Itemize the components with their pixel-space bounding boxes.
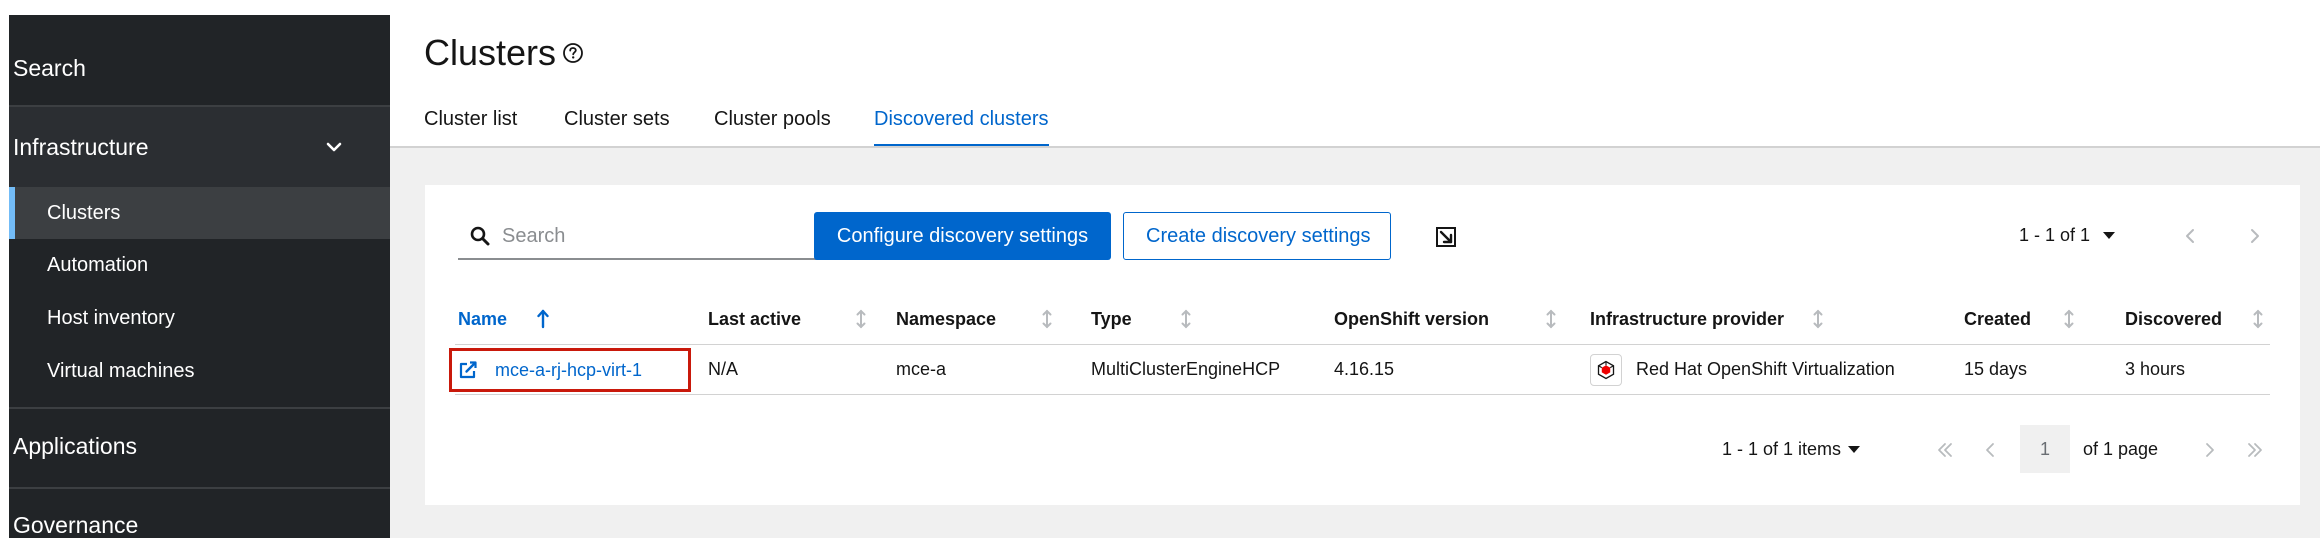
sidebar: Search Infrastructure Clusters Automatio… (0, 0, 390, 538)
sidebar-item-host-inventory[interactable]: Host inventory (9, 292, 390, 344)
chevron-left-icon[interactable] (1980, 440, 2000, 460)
first-page-icon[interactable] (1935, 440, 1955, 460)
tab-cluster-list[interactable]: Cluster list (424, 108, 517, 148)
pagination-bottom: 1 - 1 of 1 items of 1 page (425, 425, 2300, 475)
column-header-name[interactable]: Name (458, 309, 507, 330)
sort-ascending-icon[interactable] (537, 309, 549, 329)
sidebar-item-label: Search (13, 55, 86, 81)
cell-discovered: 3 hours (2125, 359, 2186, 379)
sidebar-divider (9, 487, 390, 489)
configure-discovery-settings-button[interactable]: Configure discovery settings (814, 212, 1111, 260)
tab-discovered-clusters[interactable]: Discovered clusters (874, 108, 1049, 148)
sidebar-item-label: Governance (13, 512, 139, 538)
cell-namespace: mce-a (896, 359, 947, 379)
sidebar-item-label: Host inventory (47, 307, 175, 329)
sidebar-item-label: Virtual machines (47, 360, 195, 382)
chevron-left-icon[interactable] (2180, 226, 2200, 246)
cell-created: 15 days (1964, 359, 2028, 379)
column-header-discovered[interactable]: Discovered (2125, 309, 2222, 330)
sidebar-item-governance[interactable]: Governance (13, 512, 138, 538)
search-icon (470, 226, 490, 246)
sidebar-item-label: Automation (47, 254, 149, 276)
last-page-icon[interactable] (2245, 440, 2265, 460)
sort-icon[interactable] (2063, 309, 2075, 329)
pagination-count: 1 - 1 of 1 (2018, 225, 2090, 245)
page-header: Clusters Cluster list Cluster sets Clust… (390, 0, 2320, 148)
sidebar-divider (9, 407, 390, 409)
sidebar-item-label: Clusters (47, 202, 121, 224)
pagination-items-count: 1 - 1 of 1 items (1722, 439, 1842, 459)
sidebar-item-virtual-machines[interactable]: Virtual machines (9, 345, 390, 397)
tab-label: Discovered clusters (874, 108, 1049, 130)
sidebar-section-label: Infrastructure (13, 134, 149, 160)
sort-icon[interactable] (2252, 309, 2264, 329)
sidebar-item-label: Applications (13, 433, 138, 459)
chevron-down-icon (326, 142, 342, 152)
external-link-icon[interactable] (458, 360, 478, 380)
column-header-last-active[interactable]: Last active (708, 309, 801, 330)
search-input[interactable] (502, 220, 802, 252)
sidebar-item-applications[interactable]: Applications (13, 433, 137, 460)
cell-last-active: N/A (708, 359, 739, 379)
cell-type: MultiClusterEngineHCP (1091, 359, 1281, 379)
caret-down-icon (2103, 232, 2115, 239)
column-header-namespace[interactable]: Namespace (896, 309, 996, 330)
openshift-virtualization-icon (1590, 354, 1622, 386)
sort-icon[interactable] (1041, 309, 1053, 329)
sidebar-item-search[interactable]: Search (13, 55, 86, 82)
cell-openshift-version: 4.16.15 (1334, 359, 1395, 379)
tab-cluster-pools[interactable]: Cluster pools (714, 108, 831, 148)
tab-label: Cluster list (424, 108, 518, 130)
column-header-type[interactable]: Type (1091, 309, 1132, 330)
cluster-name-cell[interactable]: mce-a-rj-hcp-virt-1 (449, 348, 691, 392)
search-box[interactable] (458, 212, 818, 260)
create-discovery-settings-button[interactable]: Create discovery settings (1123, 212, 1391, 260)
cell-infrastructure-provider: Red Hat OpenShift Virtualization (1636, 359, 1895, 379)
sidebar-item-automation[interactable]: Automation (9, 239, 390, 291)
sidebar-section-infrastructure[interactable]: Infrastructure (9, 107, 390, 187)
tab-cluster-sets[interactable]: Cluster sets (564, 108, 670, 148)
page-number-input[interactable] (2020, 425, 2070, 473)
tab-label: Cluster pools (714, 108, 831, 130)
chevron-right-icon[interactable] (2245, 226, 2265, 246)
chevron-right-icon[interactable] (2200, 440, 2220, 460)
help-icon[interactable] (562, 42, 584, 64)
page-title: Clusters (424, 32, 557, 73)
discovered-clusters-card: Configure discovery settings Create disc… (425, 185, 2300, 505)
page-count-label: of 1 page (2083, 439, 2159, 459)
sort-icon[interactable] (1812, 309, 1824, 329)
sort-icon[interactable] (1180, 309, 1192, 329)
column-header-created[interactable]: Created (1964, 309, 2031, 330)
sort-icon[interactable] (855, 309, 867, 329)
table-row: mce-a-rj-hcp-virt-1 N/A mce-a MultiClust… (449, 345, 2270, 395)
export-icon[interactable] (1435, 226, 1457, 248)
sort-icon[interactable] (1545, 309, 1557, 329)
tab-label: Cluster sets (564, 108, 670, 130)
cluster-name-link[interactable]: mce-a-rj-hcp-virt-1 (495, 360, 642, 381)
column-header-infrastructure-provider[interactable]: Infrastructure provider (1590, 309, 1784, 330)
table-header: Name Last active Namespace Type OpenShif… (455, 295, 2270, 345)
sidebar-panel: Search Infrastructure Clusters Automatio… (9, 15, 390, 538)
column-header-openshift-version[interactable]: OpenShift version (1334, 309, 1489, 330)
caret-down-icon (1848, 446, 1860, 453)
sidebar-item-clusters[interactable]: Clusters (9, 187, 390, 239)
